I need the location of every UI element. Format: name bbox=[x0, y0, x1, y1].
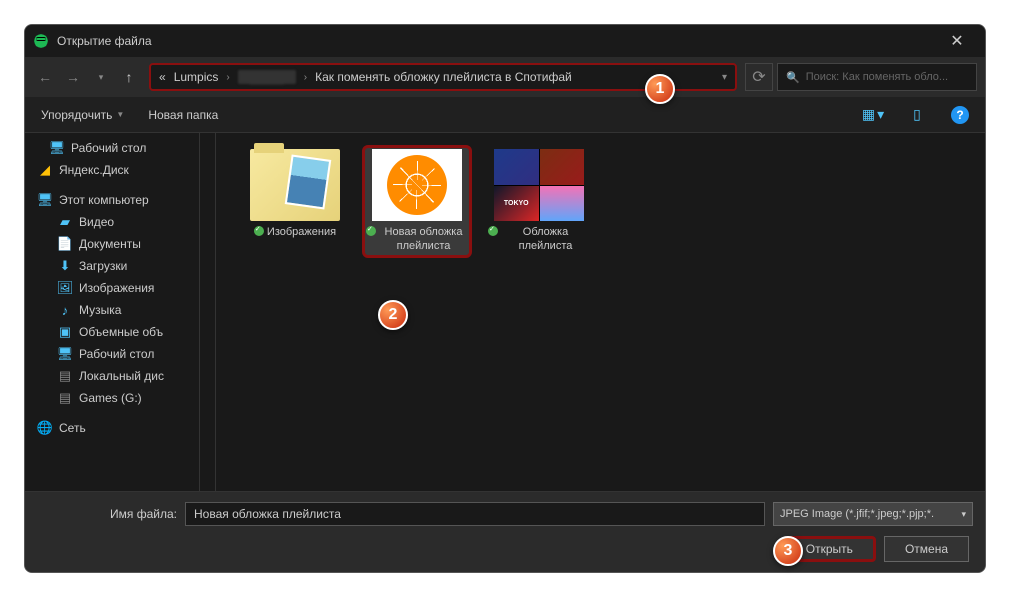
sync-icon bbox=[366, 226, 376, 236]
filename-input[interactable] bbox=[185, 502, 765, 526]
search-placeholder: Поиск: Как поменять обло... bbox=[806, 71, 948, 83]
chevron-down-icon: ▾ bbox=[961, 509, 966, 520]
sidebar-item-volumes[interactable]: ▣Объемные объ bbox=[25, 321, 199, 343]
titlebar: Открытие файла ✕ bbox=[25, 25, 985, 57]
breadcrumb-dropdown[interactable]: ▾ bbox=[722, 72, 727, 83]
filename-label: Имя файла: bbox=[37, 507, 177, 521]
file-item-folder[interactable]: Изображения bbox=[240, 145, 350, 243]
sidebar-item-network[interactable]: 🌐Сеть bbox=[25, 417, 199, 439]
cancel-button[interactable]: Отмена bbox=[884, 536, 969, 562]
callout-1: 1 bbox=[645, 74, 675, 104]
network-icon: 🌐 bbox=[37, 420, 53, 436]
view-options-button[interactable]: ▦▾ bbox=[863, 107, 883, 123]
recent-dropdown[interactable]: ▾ bbox=[89, 65, 113, 89]
sidebar: 🖥Рабочий стол ◢Яндекс.Диск 🖥Этот компьют… bbox=[25, 133, 200, 491]
organize-label: Упорядочить bbox=[41, 108, 112, 122]
downloads-icon: ⬇ bbox=[57, 258, 73, 274]
navbar: ← → ▾ ↑ « Lumpics › ████ › Как поменять … bbox=[25, 57, 985, 97]
file-item-cover[interactable]: TOKYO Обложка плейлиста bbox=[484, 145, 594, 258]
file-label: Новая обложка плейлиста bbox=[379, 225, 468, 254]
sidebar-item-music[interactable]: ♪Музыка bbox=[25, 299, 199, 321]
image-thumbnail bbox=[372, 149, 462, 221]
file-label: Обложка плейлиста bbox=[501, 225, 590, 254]
video-icon: ▰ bbox=[57, 214, 73, 230]
folder-icon bbox=[250, 149, 340, 221]
toolbar: Упорядочить ▼ Новая папка ▦▾ ▯ ? bbox=[25, 97, 985, 133]
chevron-down-icon: ▼ bbox=[116, 110, 124, 119]
sidebar-item-localdisk[interactable]: ▤Локальный дис bbox=[25, 365, 199, 387]
dialog-footer: Имя файла: JPEG Image (*.jfif;*.jpeg;*.p… bbox=[25, 491, 985, 572]
callout-2: 2 bbox=[378, 300, 408, 330]
search-input[interactable]: 🔍 Поиск: Как поменять обло... bbox=[777, 63, 977, 91]
filetype-dropdown[interactable]: JPEG Image (*.jfif;*.jpeg;*.pjp;*. ▾ bbox=[773, 502, 973, 526]
music-icon: ♪ bbox=[57, 302, 73, 318]
sidebar-item-desktop2[interactable]: 🖥Рабочий стол bbox=[25, 343, 199, 365]
breadcrumb-root: « bbox=[159, 70, 166, 84]
up-button[interactable]: ↑ bbox=[117, 65, 141, 89]
chevron-right-icon: › bbox=[226, 72, 229, 83]
spotify-icon bbox=[33, 33, 49, 49]
back-button[interactable]: ← bbox=[33, 65, 57, 89]
file-item-selected[interactable]: Новая обложка плейлиста bbox=[362, 145, 472, 258]
sidebar-item-pictures[interactable]: 🖼Изображения bbox=[25, 277, 199, 299]
preview-pane-button[interactable]: ▯ bbox=[907, 107, 927, 123]
sidebar-item-games[interactable]: ▤Games (G:) bbox=[25, 387, 199, 409]
chevron-right-icon: › bbox=[304, 72, 307, 83]
sidebar-item-video[interactable]: ▰Видео bbox=[25, 211, 199, 233]
file-dialog-window: Открытие файла ✕ ← → ▾ ↑ « Lumpics › ███… bbox=[24, 24, 986, 573]
forward-button[interactable]: → bbox=[61, 65, 85, 89]
desktop-icon: 🖥 bbox=[49, 140, 65, 156]
filetype-label: JPEG Image (*.jfif;*.jpeg;*.pjp;*. bbox=[780, 508, 934, 520]
desktop-icon: 🖥 bbox=[57, 346, 73, 362]
sync-icon bbox=[254, 226, 264, 236]
dialog-body: 🖥Рабочий стол ◢Яндекс.Диск 🖥Этот компьют… bbox=[25, 133, 985, 491]
pc-icon: 🖥 bbox=[37, 192, 53, 208]
help-button[interactable]: ? bbox=[951, 106, 969, 124]
disk-icon: ▤ bbox=[57, 390, 73, 406]
scrollbar[interactable] bbox=[200, 133, 216, 491]
organize-button[interactable]: Упорядочить ▼ bbox=[41, 108, 124, 122]
breadcrumb-seg-1[interactable]: Lumpics bbox=[174, 70, 219, 84]
sync-icon bbox=[488, 226, 498, 236]
close-button[interactable]: ✕ bbox=[937, 31, 977, 51]
breadcrumb-seg-3[interactable]: Как поменять обложку плейлиста в Спотифа… bbox=[315, 70, 572, 84]
image-thumbnail: TOKYO bbox=[494, 149, 584, 221]
sidebar-item-downloads[interactable]: ⬇Загрузки bbox=[25, 255, 199, 277]
sidebar-item-thispc[interactable]: 🖥Этот компьютер bbox=[25, 189, 199, 211]
cube-icon: ▣ bbox=[57, 324, 73, 340]
sidebar-item-yandex[interactable]: ◢Яндекс.Диск bbox=[25, 159, 199, 181]
pictures-icon: 🖼 bbox=[57, 280, 73, 296]
callout-3: 3 bbox=[773, 536, 803, 566]
refresh-button[interactable]: ⟳ bbox=[745, 63, 773, 91]
search-icon: 🔍 bbox=[786, 71, 800, 84]
sidebar-item-docs[interactable]: 📄Документы bbox=[25, 233, 199, 255]
disk-icon: ▤ bbox=[57, 368, 73, 384]
new-folder-button[interactable]: Новая папка bbox=[148, 108, 218, 122]
new-folder-label: Новая папка bbox=[148, 108, 218, 122]
sidebar-item-desktop[interactable]: 🖥Рабочий стол bbox=[25, 137, 199, 159]
window-title: Открытие файла bbox=[57, 34, 937, 48]
yandex-icon: ◢ bbox=[37, 162, 53, 178]
breadcrumb-seg-2[interactable]: ████ bbox=[238, 70, 296, 84]
file-list: Изображения Новая обложка плейлиста TOKY… bbox=[200, 133, 985, 491]
file-label: Изображения bbox=[267, 225, 336, 239]
docs-icon: 📄 bbox=[57, 236, 73, 252]
